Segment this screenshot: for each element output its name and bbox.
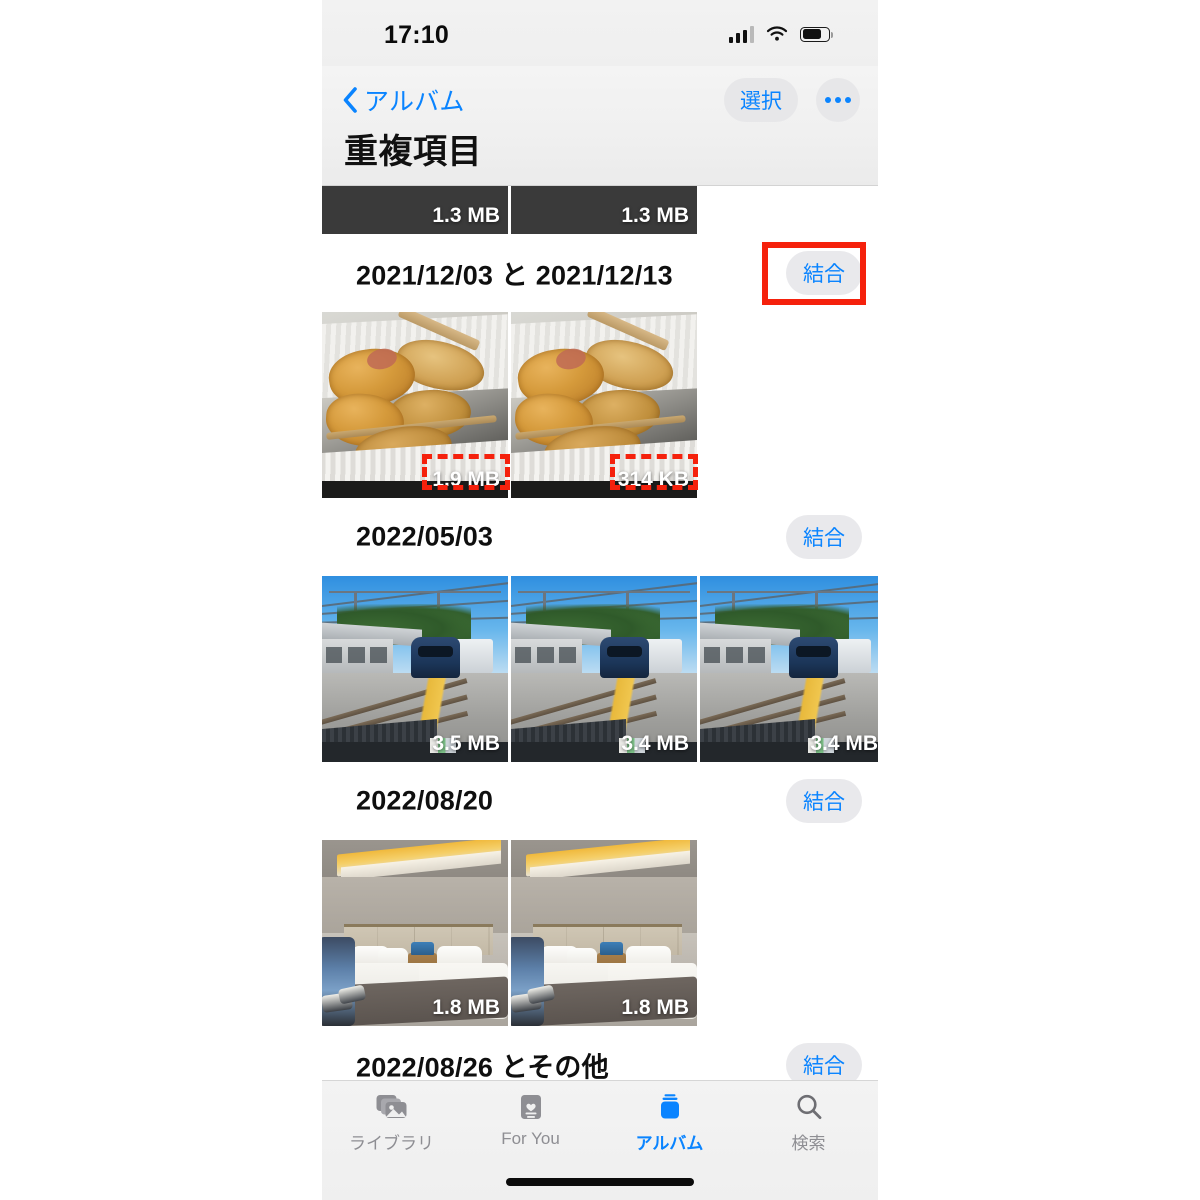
merge-button[interactable]: 結合 (786, 251, 862, 295)
group-date-label: 2022/05/03 (356, 521, 494, 552)
tab-label: For You (501, 1129, 560, 1148)
photo-thumbnail[interactable]: 1.8 MB (511, 840, 697, 1026)
albums-stack-icon (654, 1091, 686, 1123)
photo-row: 1.8 MB 1.8 MB (322, 840, 878, 1026)
tab-library[interactable]: ライブラリ (322, 1081, 461, 1163)
photo-size-label: 1.9 MB (432, 468, 500, 491)
phone-screen: 17:10 アルバム 選択 重複項目 1.3 MB 1.3 MB 2021/12… (322, 0, 878, 1200)
tab-albums[interactable]: アルバム (600, 1081, 739, 1163)
tab-label: 検索 (791, 1134, 826, 1153)
photo-row-partial: キャンセル OK 1.3 MB キャンセル OK 1.3 MB (322, 186, 878, 234)
group-date-label: 2022/08/20 (356, 785, 494, 816)
photo-thumbnail[interactable]: 1.9 MB (322, 312, 508, 498)
group-header: 2022/08/26 とその他 結合 (322, 1026, 878, 1080)
duplicates-list[interactable]: キャンセル OK 1.3 MB キャンセル OK 1.3 MB (322, 186, 878, 1080)
page-title: 重複項目 (344, 133, 482, 171)
photo-thumbnail[interactable]: 1.8 MB (322, 840, 508, 1026)
more-options-button[interactable] (816, 78, 860, 122)
for-you-card-icon (516, 1091, 546, 1123)
cellular-bars-icon (728, 25, 754, 43)
merge-label: 結合 (803, 791, 845, 814)
photo-thumbnail[interactable]: 3.5 MB (322, 576, 508, 762)
photo-size-label: 1.8 MB (432, 996, 500, 1019)
photo-row: 1.9 MB 314 KB (322, 312, 878, 498)
photo-thumbnail[interactable]: 314 KB (511, 312, 697, 498)
select-label: 選択 (740, 90, 782, 113)
chevron-left-icon (343, 87, 357, 113)
group-header: 2021/12/03 と 2021/12/13 結合 (322, 234, 878, 312)
wifi-icon (765, 25, 789, 43)
magnifier-icon (794, 1091, 824, 1123)
photo-size-label: 314 KB (617, 468, 689, 491)
photo-size-label: 1.8 MB (621, 996, 689, 1019)
battery-icon (800, 26, 834, 42)
tab-label: アルバム (635, 1134, 704, 1153)
photo-thumbnail[interactable]: 3.4 MB (700, 576, 878, 762)
photo-thumbnail[interactable]: キャンセル OK 1.3 MB (511, 186, 697, 234)
photo-size-label: 1.3 MB (432, 204, 500, 227)
status-icons-group (728, 22, 834, 46)
ellipsis-icon-dot (845, 97, 851, 103)
tab-search[interactable]: 検索 (739, 1081, 878, 1163)
photo-size-label: 3.5 MB (432, 732, 500, 755)
group-date-label: 2021/12/03 と 2021/12/13 (356, 260, 673, 291)
merge-label: 結合 (803, 263, 845, 286)
select-button[interactable]: 選択 (724, 78, 798, 122)
ellipsis-icon-dot (835, 97, 841, 103)
photo-size-label: 3.4 MB (621, 732, 689, 755)
photos-library-icon (375, 1091, 409, 1123)
back-button[interactable]: アルバム (334, 76, 473, 124)
merge-button[interactable]: 結合 (786, 1043, 862, 1080)
photo-row: 3.5 MB 3.4 MB 3.4 MB (322, 576, 878, 762)
merge-label: 結合 (803, 527, 845, 550)
group-header: 2022/08/20 結合 (322, 762, 878, 840)
photo-thumbnail[interactable]: キャンセル OK 1.3 MB (322, 186, 508, 234)
merge-button[interactable]: 結合 (786, 779, 862, 823)
photo-thumbnail[interactable]: 3.4 MB (511, 576, 697, 762)
home-indicator (506, 1178, 694, 1186)
merge-button[interactable]: 結合 (786, 515, 862, 559)
status-bar: 17:10 (322, 0, 878, 66)
group-date-label: 2022/08/26 とその他 (356, 1052, 609, 1081)
group-header: 2022/05/03 結合 (322, 498, 878, 576)
tab-label: ライブラリ (349, 1134, 434, 1153)
back-label: アルバム (364, 88, 465, 116)
photo-size-label: 1.3 MB (621, 204, 689, 227)
navigation-header: アルバム 選択 重複項目 (322, 66, 878, 186)
tab-for-you[interactable]: For You (461, 1081, 600, 1163)
photo-size-label: 3.4 MB (810, 732, 878, 755)
tab-bar: ライブラリ For You アルバム 検索 (322, 1080, 878, 1200)
status-time: 17:10 (384, 21, 449, 49)
ellipsis-icon-dot (825, 97, 831, 103)
merge-label: 結合 (803, 1055, 845, 1078)
